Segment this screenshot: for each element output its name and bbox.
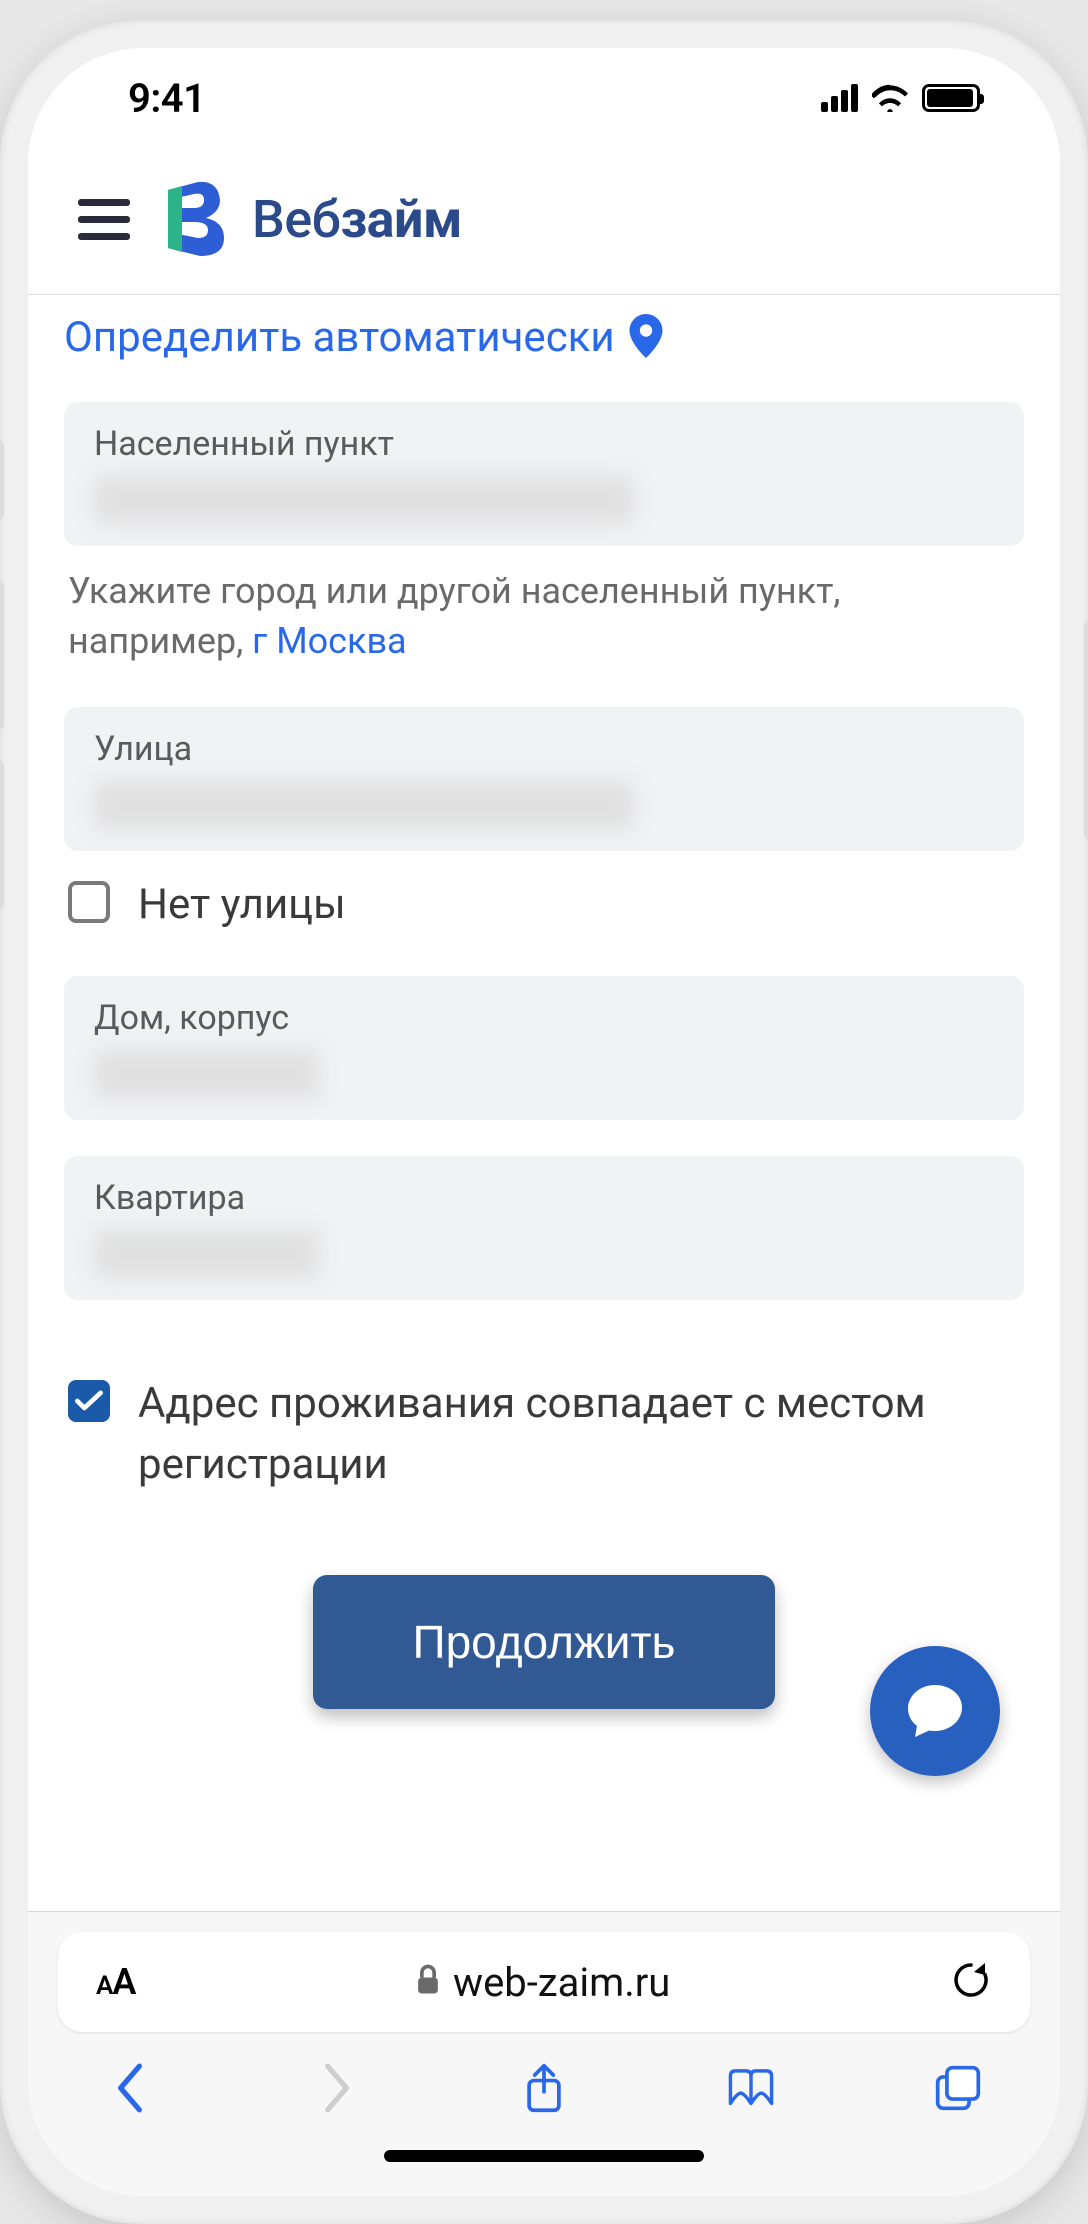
pin-icon (629, 314, 663, 362)
same-address-row[interactable]: Адрес проживания совпадает с местом реги… (64, 1362, 1024, 1536)
street-label: Улица (94, 729, 994, 769)
auto-detect-link[interactable]: Определить автоматически (64, 313, 615, 362)
apartment-value (94, 1230, 319, 1278)
text-size-button[interactable]: AA (96, 1961, 135, 2003)
side-button (0, 580, 4, 730)
status-time: 9:41 (128, 75, 205, 122)
safari-toolbar (58, 2032, 1030, 2138)
house-field[interactable]: Дом, корпус (64, 976, 1024, 1120)
chat-fab[interactable] (870, 1646, 1000, 1776)
side-button (0, 760, 4, 910)
house-label: Дом, корпус (94, 998, 994, 1038)
logo-mark-icon (160, 178, 238, 260)
status-bar: 9:41 (28, 48, 1060, 148)
hint-link[interactable]: г Москва (252, 620, 406, 662)
url-text: web-zaim.ru (453, 1959, 670, 2006)
status-icons (821, 75, 980, 122)
side-button (0, 440, 4, 520)
same-address-label: Адрес проживания совпадает с местом реги… (138, 1374, 1020, 1496)
safari-bar: AA web-zaim.ru (28, 1911, 1060, 2196)
apartment-label: Квартира (94, 1178, 994, 1218)
share-button[interactable] (520, 2062, 568, 2118)
continue-button[interactable]: Продолжить (313, 1575, 776, 1709)
same-address-checkbox[interactable] (68, 1380, 110, 1422)
menu-icon[interactable] (78, 199, 130, 240)
signal-icon (821, 84, 858, 112)
logo[interactable]: Вебзайм (160, 178, 462, 260)
no-street-label: Нет улицы (138, 875, 346, 936)
forward-button[interactable] (313, 2062, 361, 2118)
wifi-icon (872, 75, 908, 122)
app-header: Вебзайм (28, 148, 1060, 295)
back-button[interactable] (106, 2062, 154, 2118)
city-label: Населенный пункт (94, 424, 994, 464)
auto-detect-row[interactable]: Определить автоматически (64, 313, 1024, 362)
street-field[interactable]: Улица (64, 707, 1024, 851)
house-value (94, 1050, 319, 1098)
city-hint: Укажите город или другой населенный пунк… (64, 558, 1024, 707)
url-display[interactable]: web-zaim.ru (415, 1959, 670, 2006)
screen: 9:41 (28, 48, 1060, 2196)
tabs-button[interactable] (934, 2062, 982, 2118)
lock-icon (415, 1959, 441, 2006)
battery-icon (922, 84, 980, 112)
logo-text: Вебзайм (252, 189, 462, 250)
no-street-row[interactable]: Нет улицы (64, 863, 1024, 976)
no-street-checkbox[interactable] (68, 881, 110, 923)
apartment-field[interactable]: Квартира (64, 1156, 1024, 1300)
city-field[interactable]: Населенный пункт (64, 402, 1024, 546)
side-button (1084, 620, 1088, 840)
city-value (94, 476, 634, 524)
device-frame: 9:41 (0, 20, 1088, 2224)
bookmarks-button[interactable] (727, 2062, 775, 2118)
chat-icon (903, 1679, 967, 1743)
url-bar[interactable]: AA web-zaim.ru (58, 1932, 1030, 2032)
home-indicator[interactable] (384, 2150, 704, 2162)
street-value (94, 781, 634, 829)
reload-icon[interactable] (950, 1959, 992, 2005)
